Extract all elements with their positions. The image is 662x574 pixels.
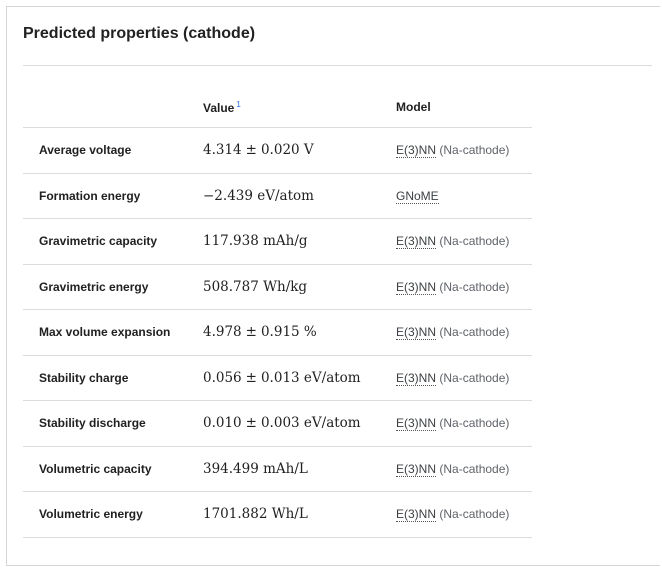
model-cell: E(3)NN (Na-cathode) (396, 143, 510, 159)
table-row: Average voltage 4.314 ±0.020 V E(3)NN (Na… (23, 127, 532, 174)
table-row: Volumetric capacity 394.499 mAh/L E(3)NN… (23, 446, 532, 492)
title-divider (23, 65, 652, 66)
table-row: Max volume expansion 4.978 ±0.915 % E(3)N… (23, 309, 532, 356)
model-cell: E(3)NN (Na-cathode) (396, 279, 510, 295)
property-value: −2.439 eV/atom (203, 187, 314, 204)
property-name: Average voltage (39, 143, 132, 158)
model-abbreviation[interactable]: E(3)NN (396, 461, 437, 477)
property-value: 0.010 ±0.003 eV/atom (203, 415, 361, 432)
model-cell: E(3)NN (Na-cathode) (396, 370, 510, 386)
model-cell: GNoME (396, 188, 439, 204)
predicted-properties-card: Predicted properties (cathode) Value 1 Mo… (6, 6, 660, 566)
property-value: 117.938 mAh/g (203, 233, 308, 250)
property-name: Formation energy (39, 188, 141, 203)
table-body: Average voltage 4.314 ±0.020 V E(3)NN (Na… (23, 127, 532, 538)
table-row: Stability charge 0.056 ±0.013 eV/atom E(3… (23, 355, 532, 401)
header-value: Value 1 (203, 87, 396, 128)
model-abbreviation[interactable]: E(3)NN (396, 279, 437, 295)
property-value: 4.314 ±0.020 V (203, 142, 314, 159)
property-value: 0.056 ±0.013 eV/atom (203, 369, 361, 386)
model-cell: E(3)NN (Na-cathode) (396, 507, 510, 523)
model-abbreviation[interactable]: E(3)NN (396, 234, 437, 250)
header-property (23, 87, 203, 128)
model-cell: E(3)NN (Na-cathode) (396, 416, 510, 432)
property-name: Stability charge (39, 370, 129, 385)
properties-table: Value 1 Model Average voltage 4.314 ±0.020… (23, 87, 532, 538)
property-name: Volumetric capacity (39, 461, 152, 476)
property-value: 4.978 ±0.915 % (203, 324, 317, 341)
model-abbreviation[interactable]: E(3)NN (396, 416, 437, 432)
table-row: Formation energy −2.439 eV/atom GNoME (23, 173, 532, 219)
card-title: Predicted properties (cathode) (23, 25, 256, 42)
property-name: Gravimetric capacity (39, 234, 158, 249)
table-row: Stability discharge 0.010 ±0.003 eV/atom … (23, 400, 532, 447)
property-value: 394.499 mAh/L (203, 460, 308, 477)
model-cell: E(3)NN (Na-cathode) (396, 461, 510, 477)
model-abbreviation[interactable]: E(3)NN (396, 325, 437, 341)
table-row: Gravimetric capacity 117.938 mAh/g E(3)N… (23, 218, 532, 265)
table-row: Gravimetric energy 508.787 Wh/kg E(3)NN … (23, 264, 532, 310)
header-model: Model (396, 87, 532, 128)
property-name: Gravimetric energy (39, 279, 149, 294)
header-value-label: Value (203, 100, 235, 115)
table-row: Volumetric energy 1701.882 Wh/L E(3)NN (… (23, 491, 532, 538)
model-abbreviation[interactable]: E(3)NN (396, 143, 437, 159)
model-cell: E(3)NN (Na-cathode) (396, 234, 510, 250)
property-value: 508.787 Wh/kg (203, 278, 308, 295)
model-cell: E(3)NN (Na-cathode) (396, 325, 510, 341)
model-abbreviation[interactable]: E(3)NN (396, 370, 437, 386)
property-name: Volumetric energy (39, 507, 143, 522)
property-value: 1701.882 Wh/L (203, 506, 308, 523)
value-footnote-link[interactable]: 1 (236, 100, 240, 109)
model-abbreviation[interactable]: E(3)NN (396, 507, 437, 523)
property-name: Stability discharge (39, 416, 146, 431)
table-header-row: Value 1 Model (23, 87, 532, 128)
property-name: Max volume expansion (39, 325, 171, 340)
model-abbreviation[interactable]: GNoME (396, 188, 439, 204)
